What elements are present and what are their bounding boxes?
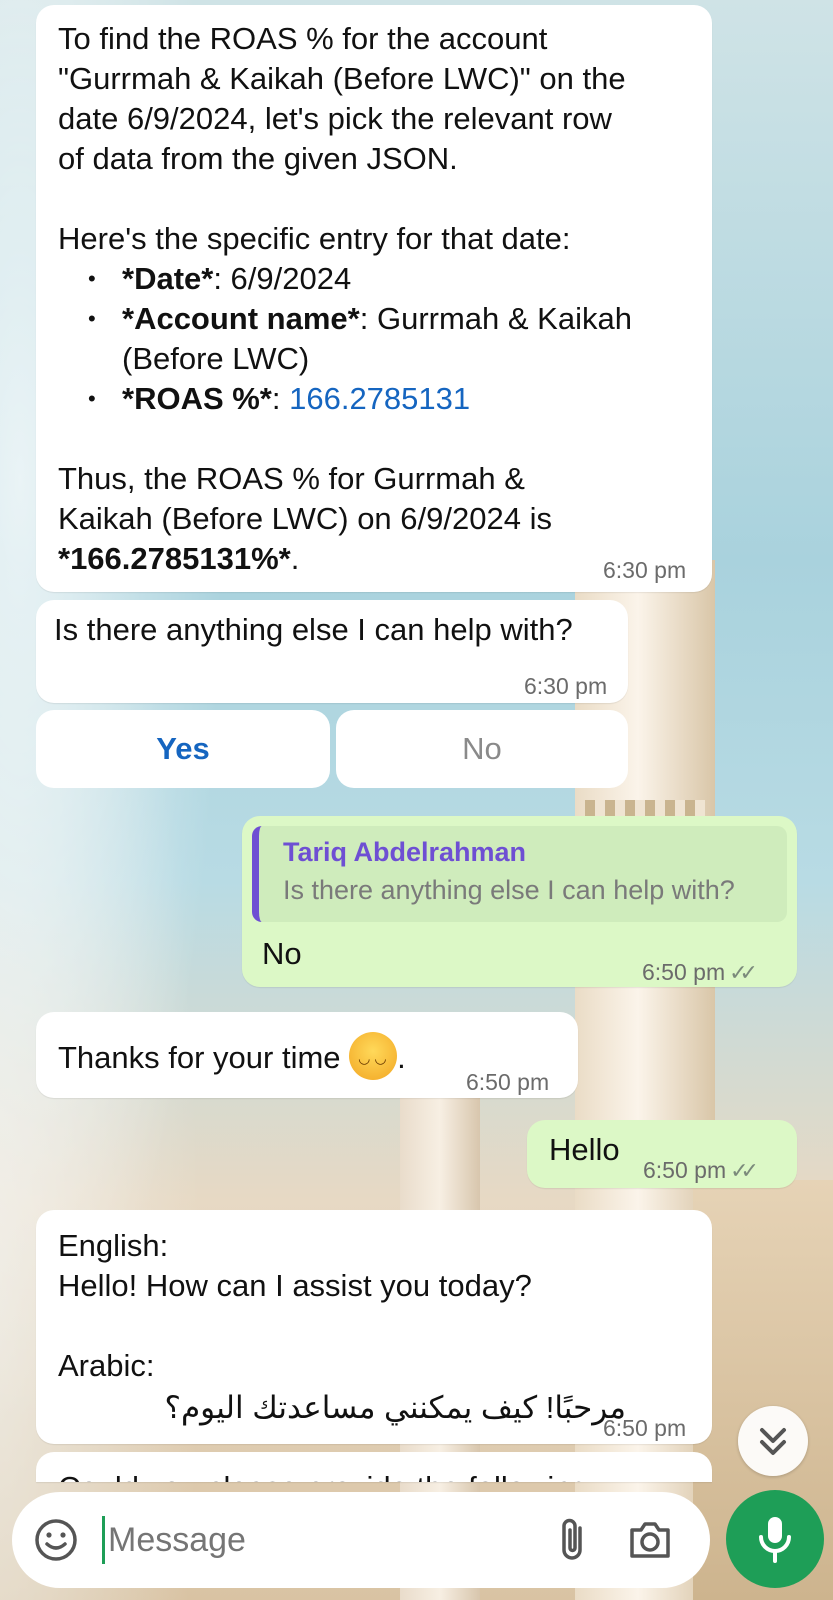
quick-reply-yes-button[interactable]: Yes: [36, 710, 330, 788]
message-time: 6:30 pm: [524, 673, 608, 699]
message-line: Thus, the ROAS % for Gurrmah &: [58, 461, 525, 496]
entry-list: *Date*: 6/9/2024 *Account name*: Gurrmah…: [58, 259, 712, 419]
message-time: 6:30 pm: [603, 557, 687, 583]
camera-icon[interactable]: [626, 1518, 674, 1562]
message-text: No: [262, 936, 302, 971]
entry-account: *Account name*: Gurrmah & Kaikah(Before …: [58, 299, 712, 379]
emoji-icon[interactable]: [34, 1518, 78, 1562]
smiling-face-emoji-icon: [349, 1032, 398, 1080]
message-time: 6:50 pm ✓✓: [642, 952, 758, 993]
message-greeting: English: Hello! How can I assist you tod…: [36, 1210, 712, 1444]
message-time: 6:50 pm ✓✓: [643, 1150, 759, 1191]
attach-icon[interactable]: [552, 1514, 592, 1566]
message-time: 6:50 pm: [603, 1415, 687, 1441]
message-line: of data from the given JSON.: [58, 141, 458, 176]
greeting-english-text: Hello! How can I assist you today?: [58, 1268, 532, 1303]
message-input[interactable]: [108, 1510, 528, 1570]
message-composer: [12, 1492, 710, 1588]
message-thanks: Thanks for your time . 6:50 pm: [36, 1012, 578, 1098]
greeting-english-label: English:: [58, 1228, 169, 1263]
message-time: 6:50 pm: [466, 1069, 550, 1095]
message-roas-answer: To find the ROAS % for the account "Gurr…: [36, 5, 712, 592]
scroll-down-button[interactable]: [738, 1406, 808, 1476]
message-line: To find the ROAS % for the account: [58, 21, 548, 56]
voice-record-button[interactable]: [726, 1490, 824, 1588]
message-text: Is there anything else I can help with?: [54, 612, 573, 647]
read-receipt-icon: ✓✓: [730, 1158, 759, 1183]
message-line: Here's the specific entry for that date:: [58, 221, 571, 256]
message-text: Hello: [549, 1132, 620, 1167]
text-cursor: [102, 1516, 105, 1564]
quick-reply-no-button[interactable]: No: [336, 710, 628, 788]
double-chevron-down-icon: [760, 1428, 786, 1455]
message-line: Kaikah (Before LWC) on 6/9/2024 is: [58, 501, 552, 536]
message-reply-no: Tariq Abdelrahman Is there anything else…: [242, 816, 797, 987]
entry-date: *Date*: 6/9/2024: [58, 259, 712, 299]
message-line: "Gurrmah & Kaikah (Before LWC)" on the: [58, 61, 626, 96]
message-hello: Hello 6:50 pm ✓✓: [527, 1120, 797, 1188]
quoted-message[interactable]: Tariq Abdelrahman Is there anything else…: [252, 826, 787, 922]
read-receipt-icon: ✓✓: [729, 960, 758, 985]
message-partial: Could you please provide the following: [36, 1452, 712, 1482]
message-text: Thanks for your time: [58, 1040, 341, 1075]
roas-number-link[interactable]: 166.2785131: [289, 381, 470, 416]
quoted-text: Is there anything else I can help with?: [283, 875, 735, 905]
entry-roas: *ROAS %*: 166.2785131: [58, 379, 712, 419]
message-line: date 6/9/2024, let's pick the relevant r…: [58, 101, 612, 136]
greeting-arabic-label: Arabic:: [58, 1348, 155, 1383]
quoted-sender-name: Tariq Abdelrahman: [283, 837, 527, 867]
message-help-prompt: Is there anything else I can help with? …: [36, 600, 628, 703]
mic-icon: [759, 1517, 791, 1563]
greeting-arabic-text: مرحبًا! كيف يمكنني مساعدتك اليوم؟: [164, 1390, 626, 1425]
message-text: Could you please provide the following: [58, 1468, 712, 1482]
